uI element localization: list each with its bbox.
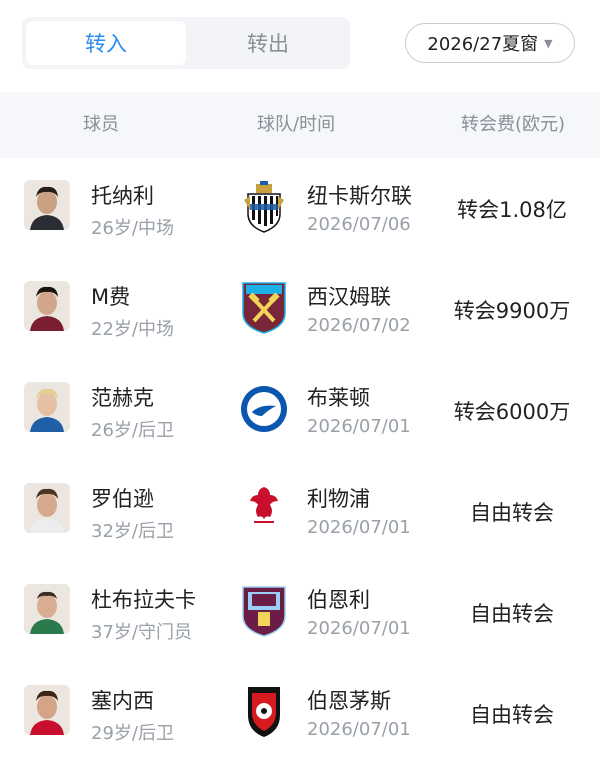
team-name: 西汉姆联 [307,285,391,309]
transfer-fee: 自由转会 [470,601,554,626]
transfer-row[interactable]: 塞内西 29岁/后卫 伯恩茅斯 2026/07/01 自由转会 [0,663,600,764]
liverpool-crest-icon [240,483,288,537]
transfer-date: 2026/07/01 [307,517,411,538]
transfer-fee: 转会9900万 [453,298,571,323]
transfer-fee: 转会1.08亿 [457,197,567,222]
player-name: 塞内西 [91,689,154,713]
transfer-date: 2026/07/02 [307,315,411,336]
season-selector[interactable]: 2026/27夏窗 ▼ [405,23,575,63]
player-meta: 37岁/守门员 [91,622,192,643]
bournemouth-crest-icon [240,685,288,739]
player-name: 杜布拉夫卡 [91,588,196,612]
transfer-row[interactable]: 托纳利 26岁/中场 纽卡斯尔联 2026/07/06 转会1.08亿 [0,158,600,259]
tab-transfer-out[interactable]: 转出 [186,17,350,69]
transfer-date: 2026/07/06 [307,214,411,235]
top-bar: 转入 转出 2026/27夏窗 ▼ [0,0,600,90]
player-avatar [24,180,70,230]
team-name: 纽卡斯尔联 [307,184,412,208]
brighton-crest-icon [240,382,288,436]
transfer-date: 2026/07/01 [307,618,411,639]
player-name: M费 [91,285,131,309]
team-name: 利物浦 [307,487,370,511]
player-meta: 26岁/后卫 [91,420,174,441]
player-name: 罗伯逊 [91,487,154,511]
player-avatar [24,584,70,634]
transfer-row[interactable]: 罗伯逊 32岁/后卫 利物浦 2026/07/01 自由转会 [0,461,600,562]
column-header-player: 球员 [83,114,119,135]
column-header-fee: 转会费(欧元) [461,114,566,135]
team-name: 伯恩利 [307,588,370,612]
player-name: 范赫克 [91,386,154,410]
table-header: 球员 球队/时间 转会费(欧元) [0,92,600,158]
column-header-team-time: 球队/时间 [257,114,336,135]
burnley-crest-icon [240,584,288,638]
team-name: 伯恩茅斯 [307,689,391,713]
transfer-fee: 转会6000万 [453,399,571,424]
transfer-date: 2026/07/01 [307,416,411,437]
transfer-fee: 自由转会 [470,702,554,727]
transfer-row[interactable]: M费 22岁/中场 西汉姆联 2026/07/02 转会9900万 [0,259,600,360]
player-avatar [24,382,70,432]
transfer-list: 托纳利 26岁/中场 纽卡斯尔联 2026/07/06 转会1.08亿 M费 2… [0,158,600,764]
season-label: 2026/27夏窗 [427,34,539,55]
player-meta: 32岁/后卫 [91,521,174,542]
player-avatar [24,281,70,331]
player-avatar [24,483,70,533]
transfer-row[interactable]: 范赫克 26岁/后卫 布莱顿 2026/07/01 转会6000万 [0,360,600,461]
transfer-fee: 自由转会 [470,500,554,525]
player-name: 托纳利 [91,184,154,208]
direction-tabs: 转入 转出 [22,17,350,69]
tab-transfer-in[interactable]: 转入 [26,21,186,65]
player-meta: 26岁/中场 [91,218,174,239]
team-name: 布莱顿 [307,386,370,410]
transfer-date: 2026/07/01 [307,719,411,740]
transfer-row[interactable]: 杜布拉夫卡 37岁/守门员 伯恩利 2026/07/01 自由转会 [0,562,600,663]
player-meta: 29岁/后卫 [91,723,174,744]
west-ham-crest-icon [240,281,288,335]
player-meta: 22岁/中场 [91,319,174,340]
caret-down-icon: ▼ [544,36,553,50]
newcastle-crest-icon [240,180,288,234]
player-avatar [24,685,70,735]
